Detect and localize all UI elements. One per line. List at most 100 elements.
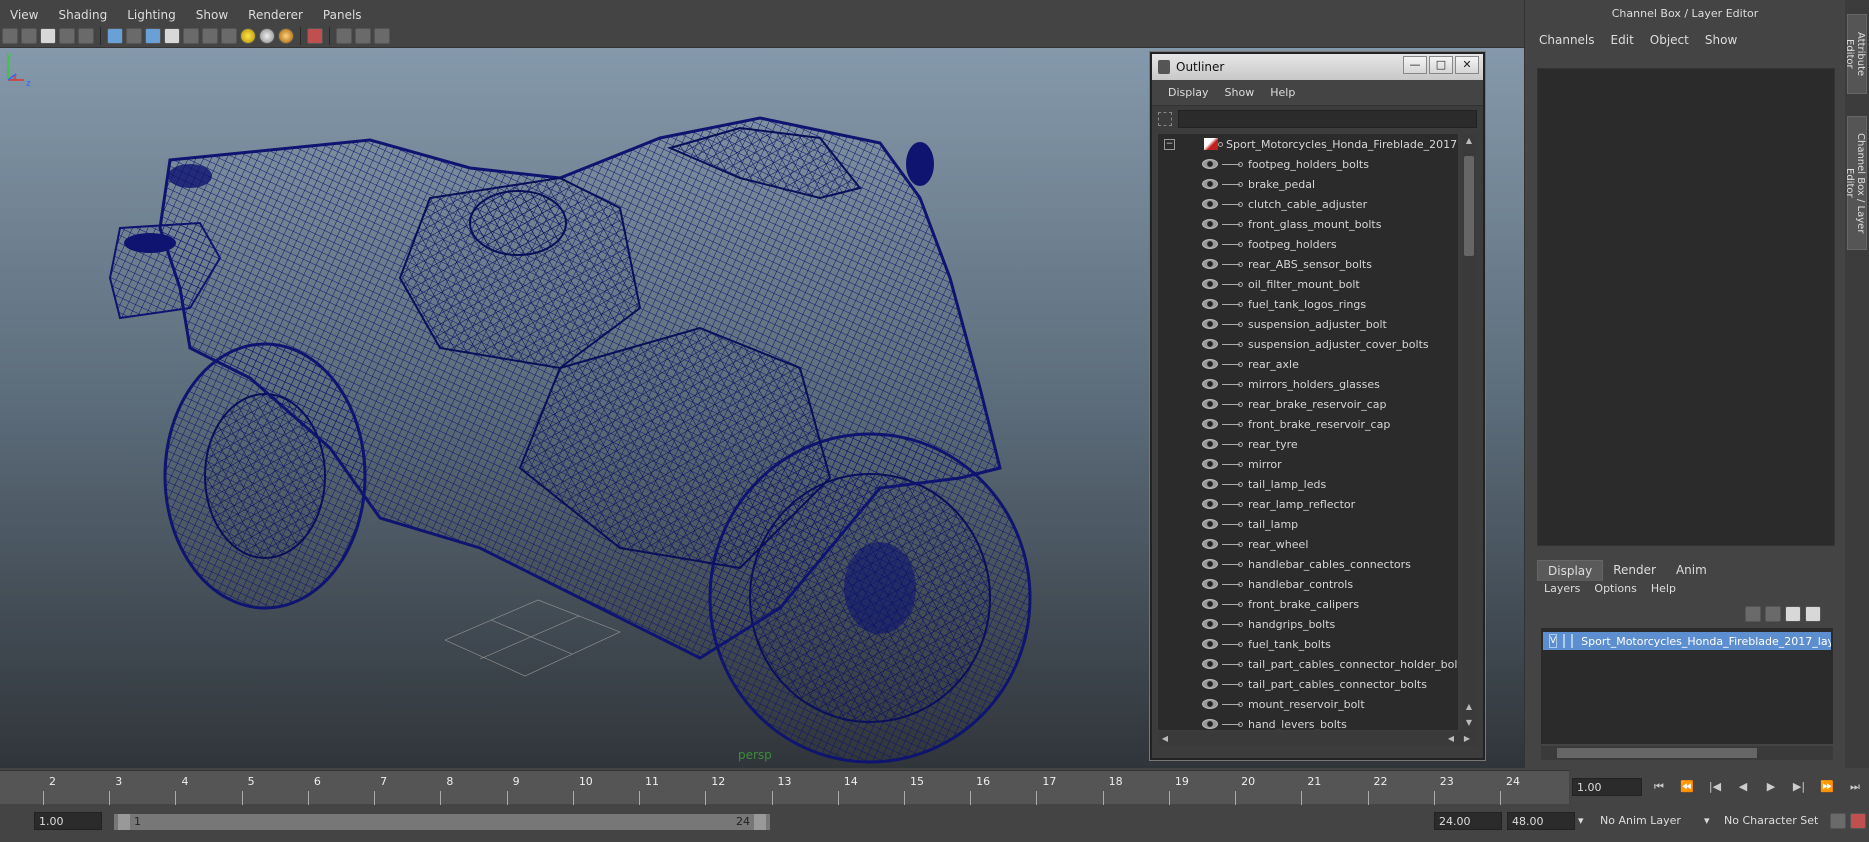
channels-area[interactable]: [1537, 68, 1835, 546]
xray-icon[interactable]: [336, 27, 352, 44]
scroll-right-icon[interactable]: ▶: [1460, 732, 1474, 746]
share-icon[interactable]: [374, 27, 390, 44]
tree-item[interactable]: rear_lamp_reflector: [1158, 494, 1458, 514]
tree-item[interactable]: rear_axle: [1158, 354, 1458, 374]
select-camera-icon[interactable]: [2, 27, 18, 44]
outliner-menu-display[interactable]: Display: [1160, 86, 1217, 99]
tree-item[interactable]: tail_lamp: [1158, 514, 1458, 534]
camera-attributes-icon[interactable]: [21, 27, 37, 44]
tree-item[interactable]: fuel_tank_logos_rings: [1158, 294, 1458, 314]
shadows-icon[interactable]: [259, 27, 275, 44]
layer-horizontal-scrollbar[interactable]: [1541, 746, 1833, 760]
safe-title-icon[interactable]: [202, 27, 218, 44]
go-to-start-icon[interactable]: ⏮: [1648, 778, 1670, 796]
play-backwards-icon[interactable]: ◀: [1732, 778, 1754, 796]
current-time-field[interactable]: 1.00: [1572, 778, 1642, 796]
chevron-down-icon[interactable]: ▾: [1704, 812, 1710, 830]
tab-channel-box-layer-editor[interactable]: Channel Box / Layer Editor: [1844, 116, 1867, 250]
tree-item[interactable]: front_glass_mount_bolts: [1158, 214, 1458, 234]
tree-item[interactable]: suspension_adjuster_bolt: [1158, 314, 1458, 334]
tree-item[interactable]: mount_reservoir_bolt: [1158, 694, 1458, 714]
tree-item[interactable]: rear_wheel: [1158, 534, 1458, 554]
outliner-vertical-scrollbar[interactable]: ▲ ▲ ▼: [1462, 134, 1476, 730]
end-time-field[interactable]: 24.00: [1434, 812, 1502, 830]
step-back-frame-icon[interactable]: |◀: [1704, 778, 1726, 796]
safe-action-icon[interactable]: [183, 27, 199, 44]
default-lighting-icon[interactable]: [240, 27, 256, 44]
screen-space-ao-icon[interactable]: [278, 27, 294, 44]
collapse-icon[interactable]: −: [1164, 138, 1175, 150]
tree-root-item[interactable]: − Sport_Motorcycles_Honda_Fireblade_2017: [1158, 134, 1458, 154]
tree-item[interactable]: suspension_adjuster_cover_bolts: [1158, 334, 1458, 354]
tree-item[interactable]: rear_ABS_sensor_bolts: [1158, 254, 1458, 274]
tab-attribute-editor[interactable]: Attribute Editor: [1844, 14, 1867, 94]
step-back-key-icon[interactable]: ⏪: [1676, 778, 1698, 796]
tree-item[interactable]: handlebar_controls: [1158, 574, 1458, 594]
go-to-end-icon[interactable]: ⏭: [1844, 778, 1866, 796]
tree-item[interactable]: mirrors_holders_glasses: [1158, 374, 1458, 394]
character-set-dropdown[interactable]: No Character Set: [1724, 812, 1818, 830]
start-time-field[interactable]: 1.00: [34, 812, 102, 830]
outliner-menu-show[interactable]: Show: [1217, 86, 1263, 99]
outliner-search-input[interactable]: [1178, 110, 1477, 128]
menu-layers[interactable]: Layers: [1537, 582, 1587, 595]
menu-channels[interactable]: Channels: [1531, 33, 1603, 47]
menu-edit[interactable]: Edit: [1603, 33, 1642, 47]
menu-options[interactable]: Options: [1587, 582, 1643, 595]
tree-item[interactable]: tail_part_cables_connector_holder_bolt: [1158, 654, 1458, 674]
time-slider[interactable]: 2 3 4 5 6 7 8 9 10 11 12 13 14 15 16 17 18 19 20 21 22 23 24: [0, 770, 1569, 805]
scroll-up-icon[interactable]: ▲: [1462, 700, 1476, 714]
tree-item[interactable]: mirror: [1158, 454, 1458, 474]
tree-item[interactable]: rear_tyre: [1158, 434, 1458, 454]
new-layer-icon[interactable]: [1785, 606, 1801, 622]
tab-display[interactable]: Display: [1537, 560, 1604, 581]
tab-anim[interactable]: Anim: [1665, 560, 1717, 581]
tree-item[interactable]: handlebar_cables_connectors: [1158, 554, 1458, 574]
play-forwards-icon[interactable]: ▶: [1760, 778, 1782, 796]
resolution-gate-icon[interactable]: [126, 27, 142, 44]
image-plane-icon[interactable]: [59, 27, 75, 44]
key-icon[interactable]: [1830, 813, 1846, 829]
search-handle-icon[interactable]: [1158, 112, 1172, 126]
range-start-handle[interactable]: [118, 814, 130, 830]
tree-item[interactable]: fuel_tank_bolts: [1158, 634, 1458, 654]
range-end-handle[interactable]: [754, 814, 766, 830]
step-forward-key-icon[interactable]: ⏩: [1816, 778, 1838, 796]
tree-item[interactable]: tail_lamp_leds: [1158, 474, 1458, 494]
range-slider[interactable]: 1 24: [114, 814, 770, 830]
tree-item[interactable]: hand_levers_bolts: [1158, 714, 1458, 730]
step-forward-frame-icon[interactable]: ▶|: [1788, 778, 1810, 796]
scroll-left-icon[interactable]: ◀: [1158, 732, 1172, 746]
film-gate-icon[interactable]: [107, 27, 123, 44]
tree-item[interactable]: clutch_cable_adjuster: [1158, 194, 1458, 214]
tree-item[interactable]: tail_part_cables_connector_bolts: [1158, 674, 1458, 694]
max-time-field[interactable]: 48.00: [1507, 812, 1575, 830]
tab-render[interactable]: Render: [1603, 560, 1666, 581]
anim-layer-dropdown[interactable]: No Anim Layer: [1600, 812, 1681, 830]
tree-item[interactable]: footpeg_holders_bolts: [1158, 154, 1458, 174]
bookmarks-icon[interactable]: [40, 27, 56, 44]
outliner-menu-help[interactable]: Help: [1262, 86, 1303, 99]
menu-object[interactable]: Object: [1642, 33, 1697, 47]
scroll-up-icon[interactable]: ▲: [1462, 134, 1476, 148]
layer-type-toggle[interactable]: [1563, 634, 1566, 648]
menu-show-channels[interactable]: Show: [1697, 33, 1745, 47]
outliner-horizontal-scrollbar[interactable]: ◀ ◀ ▶: [1158, 732, 1476, 746]
menu-help-layers[interactable]: Help: [1644, 582, 1683, 595]
grid-icon[interactable]: [78, 27, 94, 44]
scroll-down-icon[interactable]: ▼: [1462, 716, 1476, 730]
scroll-left-icon[interactable]: ◀: [1444, 732, 1458, 746]
close-button[interactable]: ✕: [1455, 56, 1479, 74]
move-layer-down-icon[interactable]: [1765, 606, 1781, 622]
scrollbar-thumb[interactable]: [1557, 748, 1757, 758]
tree-item[interactable]: front_brake_calipers: [1158, 594, 1458, 614]
layer-color-swatch[interactable]: [1571, 634, 1574, 648]
gate-mask-icon[interactable]: [145, 27, 161, 44]
field-chart-icon[interactable]: [164, 27, 180, 44]
preferences-icon[interactable]: [1850, 813, 1866, 829]
outliner-titlebar[interactable]: Outliner — □ ✕: [1152, 54, 1483, 80]
tree-item[interactable]: front_brake_reservoir_cap: [1158, 414, 1458, 434]
move-layer-up-icon[interactable]: [1745, 606, 1761, 622]
tree-item[interactable]: brake_pedal: [1158, 174, 1458, 194]
layer-row[interactable]: V Sport_Motorcycles_Honda_Fireblade_2017…: [1543, 632, 1831, 650]
